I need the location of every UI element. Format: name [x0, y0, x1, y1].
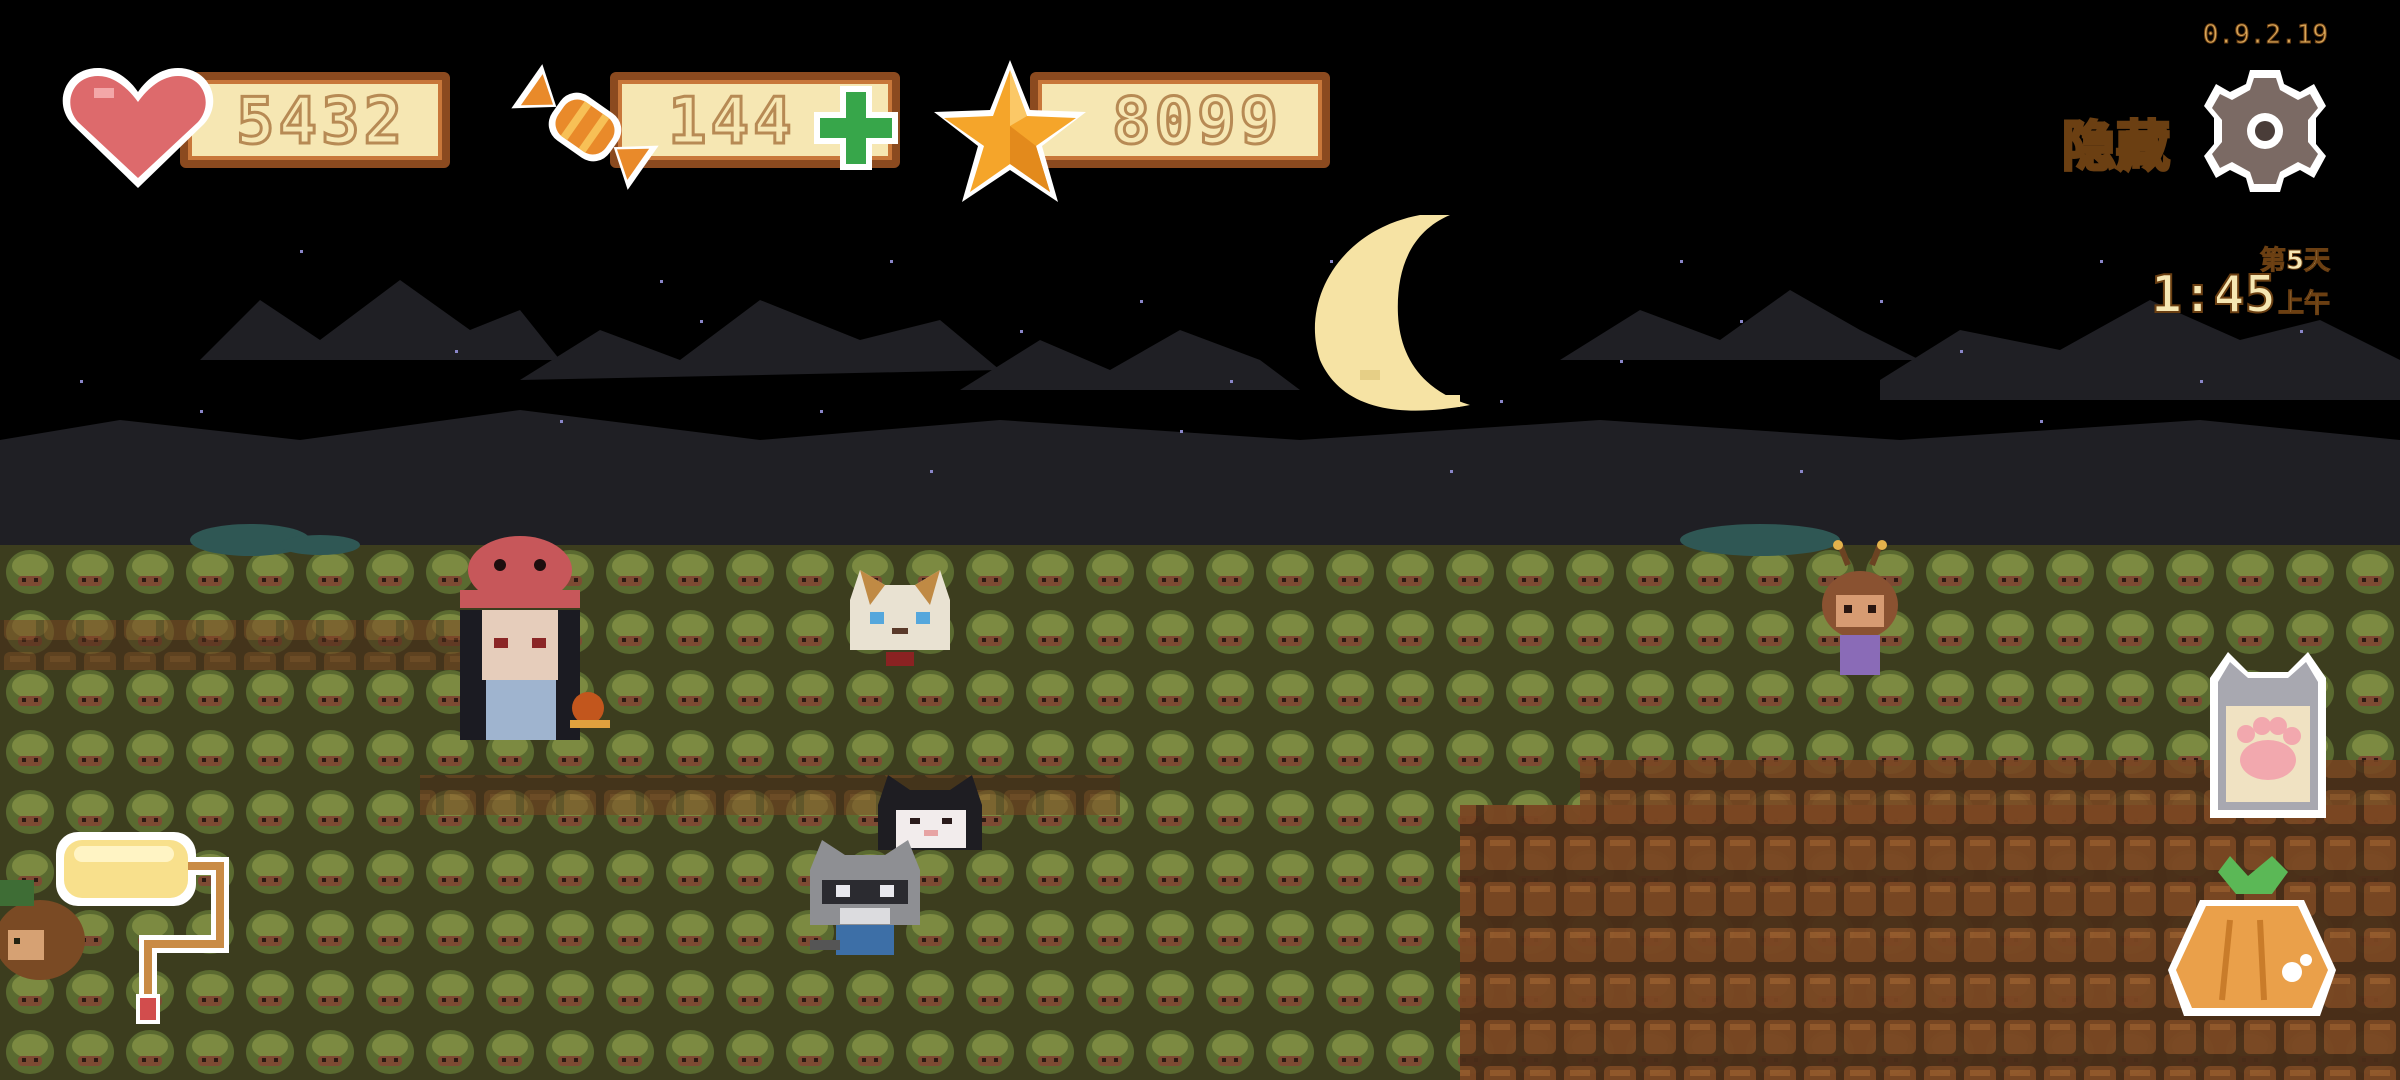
stars-count: 8099: [1110, 84, 1283, 161]
cat-paw-card-icon[interactable]: [2198, 648, 2338, 824]
turnip-bag-icon[interactable]: [2160, 850, 2344, 1026]
game-clock: 1:45 上午: [2150, 264, 2331, 326]
clock-time: 1:45: [2150, 264, 2277, 326]
game-scene[interactable]: 5432 144 8099 0.9.2.19 隐藏 第5天 1:45 上午: [0, 0, 2400, 1080]
deer-girl-character[interactable]: [1810, 535, 1910, 685]
hearts-count: 5432: [234, 84, 407, 161]
star-icon: [934, 60, 1086, 202]
version-label: 0.9.2.19: [2202, 20, 2328, 51]
clock-ampm: 上午: [2277, 289, 2330, 320]
add-candies-button[interactable]: [810, 82, 902, 174]
gear-icon[interactable]: [2200, 66, 2330, 196]
raccoon-character[interactable]: [800, 830, 930, 970]
octopus-hat-girl-character[interactable]: [420, 520, 620, 760]
hide-ui-button[interactable]: 隐藏: [2061, 102, 2172, 181]
calico-cat-character[interactable]: [840, 560, 960, 680]
candy-icon: [511, 64, 659, 190]
heart-icon: [62, 68, 214, 188]
paint-roller-icon[interactable]: [52, 826, 232, 1026]
candies-count: 144: [667, 84, 796, 161]
